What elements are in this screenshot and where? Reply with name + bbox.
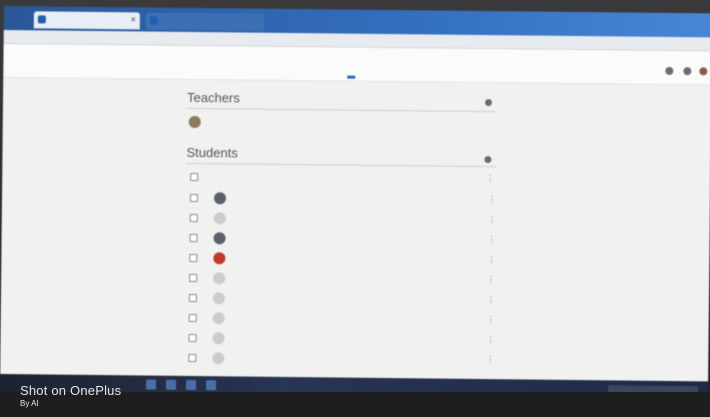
avatar <box>212 292 226 305</box>
more-options-icon[interactable]: ⋮ <box>486 355 494 364</box>
avatar <box>188 115 201 129</box>
student-checkbox[interactable] <box>189 213 198 223</box>
select-all-checkbox[interactable] <box>190 172 199 182</box>
students-heading: Students <box>186 144 238 161</box>
camera-watermark: Shot on OnePlus By AI <box>20 383 121 408</box>
more-options-icon[interactable]: ⋮ <box>487 275 495 284</box>
divider <box>186 107 497 113</box>
avatar <box>213 212 226 225</box>
teachers-heading: Teachers <box>186 89 240 106</box>
sort-icon[interactable]: ⋮ <box>486 174 494 183</box>
student-checkbox[interactable] <box>188 353 197 363</box>
student-checkbox[interactable] <box>188 333 197 343</box>
avatar <box>212 332 225 345</box>
people-page: Teachers Students ⋮ ⋮ ⋮ ⋮ ⋮ ⋮ ⋮ ⋮ ⋮ ⋮ <box>0 78 710 385</box>
student-checkbox[interactable] <box>188 293 197 303</box>
avatar <box>213 192 227 205</box>
more-options-icon[interactable]: ⋮ <box>488 235 496 244</box>
student-row: ⋮ <box>2 210 710 231</box>
more-options-icon[interactable]: ⋮ <box>488 215 496 224</box>
student-checkbox[interactable] <box>189 273 198 283</box>
settings-icon[interactable] <box>665 66 674 76</box>
avatar <box>212 352 225 365</box>
student-row: ⋮ <box>2 230 710 251</box>
browser-tab[interactable] <box>145 12 264 31</box>
tab-favicon-icon <box>149 16 158 25</box>
tab-favicon-icon <box>37 15 46 24</box>
avatar <box>213 232 226 245</box>
add-student-icon[interactable] <box>484 156 492 164</box>
start-icon[interactable] <box>145 379 157 390</box>
student-row: ⋮ <box>0 350 708 371</box>
avatar[interactable] <box>699 67 708 76</box>
student-checkbox[interactable] <box>189 233 198 243</box>
search-icon[interactable] <box>165 379 177 390</box>
more-options-icon[interactable]: ⋮ <box>486 335 494 344</box>
watermark-text: Shot on OnePlus <box>20 383 122 398</box>
student-row: ⋮ <box>1 250 709 271</box>
more-options-icon[interactable]: ⋮ <box>488 195 496 204</box>
monitor-screen: × Teachers Students ⋮ ⋮ ⋮ ⋮ ⋮ ⋮ ⋮ ⋮ ⋮ ⋮ <box>0 6 710 400</box>
avatar <box>212 312 225 325</box>
folder-icon[interactable] <box>205 380 217 391</box>
student-row: ⋮ <box>1 270 709 291</box>
avatar <box>213 252 226 265</box>
close-icon[interactable]: × <box>131 14 136 24</box>
student-row: ⋮ <box>2 190 710 211</box>
add-teacher-icon[interactable] <box>484 99 493 107</box>
student-row: ⋮ <box>1 310 709 331</box>
browser-icon[interactable] <box>185 379 197 391</box>
apps-icon[interactable] <box>683 67 692 76</box>
student-row: ⋮ <box>1 290 709 311</box>
more-options-icon[interactable]: ⋮ <box>487 315 495 324</box>
more-options-icon[interactable]: ⋮ <box>487 295 495 304</box>
more-options-icon[interactable]: ⋮ <box>487 255 495 264</box>
student-checkbox[interactable] <box>189 253 198 263</box>
watermark-author: By AI <box>20 399 39 408</box>
student-checkbox[interactable] <box>188 313 197 323</box>
browser-tab[interactable]: × <box>33 11 140 30</box>
avatar <box>213 272 226 285</box>
student-row: ⋮ <box>0 330 708 351</box>
divider <box>186 162 497 168</box>
student-checkbox[interactable] <box>189 193 199 203</box>
